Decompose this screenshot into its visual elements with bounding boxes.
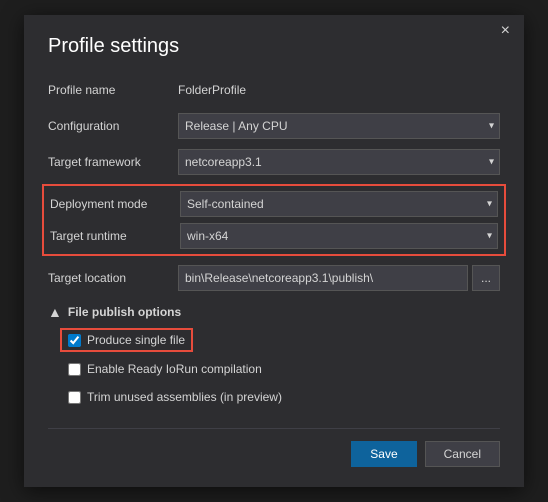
target-framework-row: Target framework netcoreapp3.1 net5.0 ▾ <box>48 148 500 176</box>
dialog-footer: Save Cancel <box>48 428 500 467</box>
target-location-row: Target location ... <box>48 264 500 292</box>
produce-single-file-highlight: Produce single file <box>60 328 193 352</box>
deployment-mode-select[interactable]: Self-contained Framework-dependent <box>180 191 498 217</box>
configuration-row: Configuration Release | Any CPU Debug | … <box>48 112 500 140</box>
trim-assemblies-checkbox[interactable] <box>68 391 81 404</box>
profile-settings-dialog: × Profile settings Profile name FolderPr… <box>24 15 524 487</box>
profile-name-row: Profile name FolderProfile <box>48 76 500 104</box>
profile-name-value: FolderProfile <box>178 83 246 97</box>
cancel-button[interactable]: Cancel <box>425 441 500 467</box>
target-runtime-row: Target runtime win-x64 win-x86 linux-x64… <box>50 222 498 250</box>
deployment-runtime-section: Deployment mode Self-contained Framework… <box>42 184 506 256</box>
deployment-mode-label: Deployment mode <box>50 197 180 211</box>
save-button[interactable]: Save <box>351 441 416 467</box>
profile-name-label: Profile name <box>48 83 178 97</box>
target-framework-select[interactable]: netcoreapp3.1 net5.0 <box>178 149 500 175</box>
checkbox-row-1: Enable Ready IoRun compilation <box>68 358 500 380</box>
browse-button[interactable]: ... <box>472 265 500 291</box>
target-location-input[interactable] <box>178 265 468 291</box>
target-runtime-select-wrapper: win-x64 win-x86 linux-x64 osx-x64 ▾ <box>180 223 498 249</box>
dialog-title: Profile settings <box>48 35 500 58</box>
target-location-label: Target location <box>48 271 178 285</box>
enable-readytorun-label[interactable]: Enable Ready IoRun compilation <box>87 362 262 376</box>
expand-icon: ▲ <box>48 304 62 320</box>
produce-single-file-checkbox[interactable] <box>68 334 81 347</box>
target-framework-label: Target framework <box>48 155 178 169</box>
checkbox-row-2: Trim unused assemblies (in preview) <box>68 386 500 408</box>
checkbox-section: Produce single file Enable Ready IoRun c… <box>48 328 500 408</box>
file-publish-label: File publish options <box>68 305 181 319</box>
configuration-select[interactable]: Release | Any CPU Debug | Any CPU <box>178 113 500 139</box>
file-publish-section-header[interactable]: ▲ File publish options <box>48 304 500 320</box>
target-runtime-select[interactable]: win-x64 win-x86 linux-x64 osx-x64 <box>180 223 498 249</box>
produce-single-file-label[interactable]: Produce single file <box>87 333 185 347</box>
target-framework-select-wrapper: netcoreapp3.1 net5.0 ▾ <box>178 149 500 175</box>
deployment-mode-row: Deployment mode Self-contained Framework… <box>50 190 498 218</box>
close-button[interactable]: × <box>495 21 516 41</box>
trim-assemblies-label[interactable]: Trim unused assemblies (in preview) <box>87 390 282 404</box>
checkbox-row-0: Produce single file <box>68 328 500 352</box>
configuration-select-wrapper: Release | Any CPU Debug | Any CPU ▾ <box>178 113 500 139</box>
enable-readytorun-checkbox[interactable] <box>68 363 81 376</box>
target-runtime-label: Target runtime <box>50 229 180 243</box>
deployment-mode-select-wrapper: Self-contained Framework-dependent ▾ <box>180 191 498 217</box>
configuration-label: Configuration <box>48 119 178 133</box>
